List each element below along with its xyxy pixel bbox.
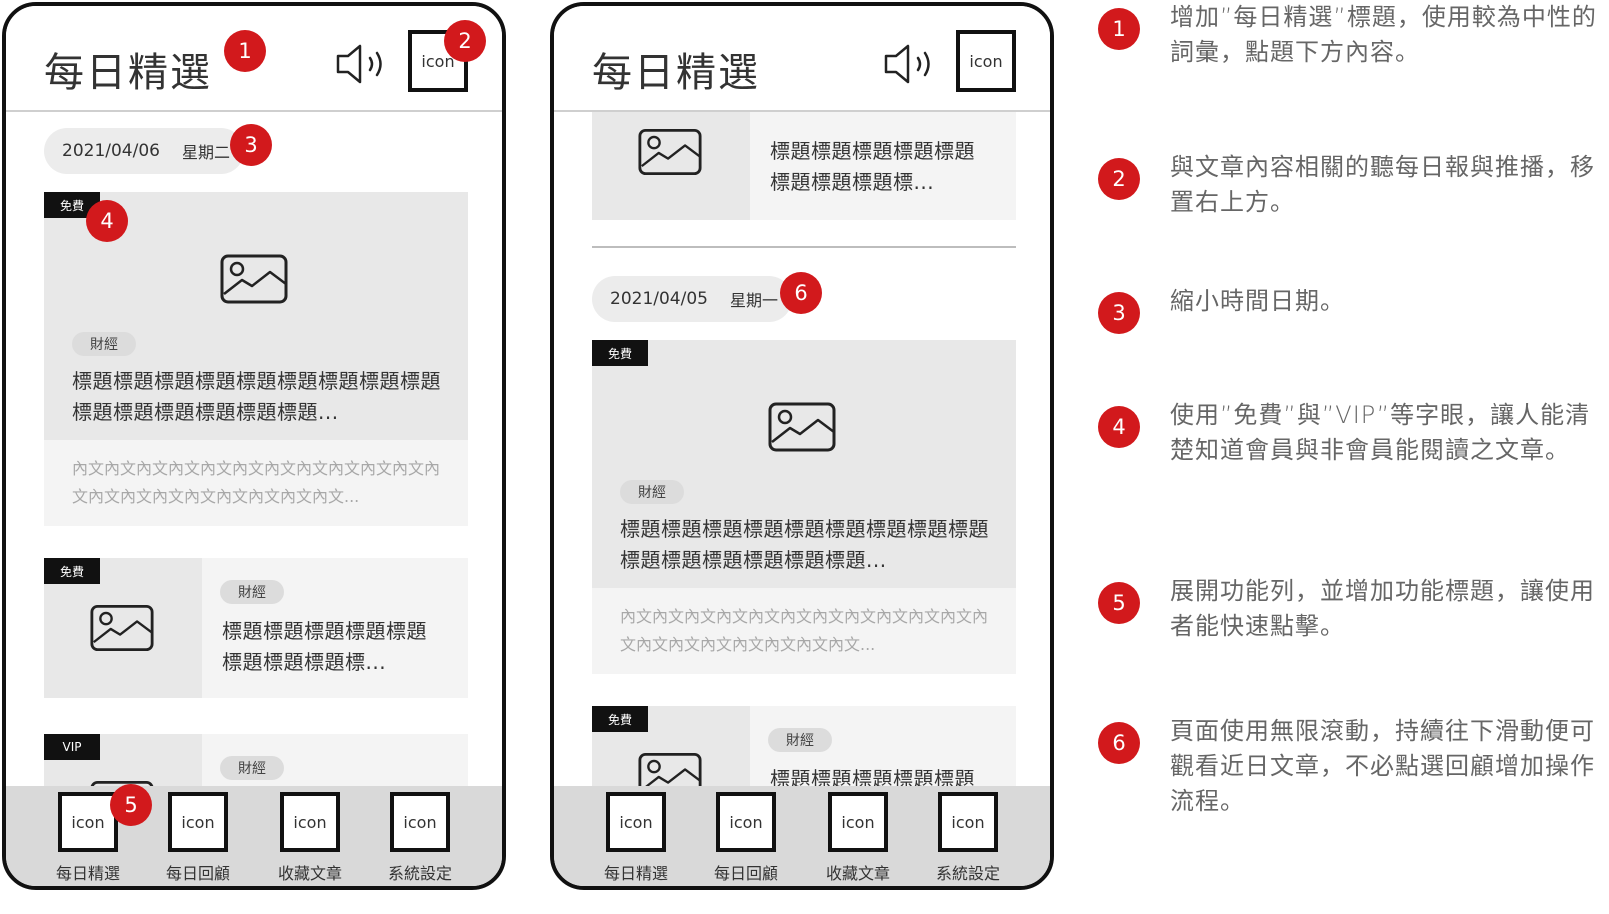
- note-number-marker: 2: [1098, 158, 1140, 200]
- article-card-small[interactable]: VIP 財經: [44, 734, 468, 794]
- tab-saved-articles[interactable]: icon 收藏文章: [260, 792, 360, 884]
- date-section-divider: [592, 246, 1016, 248]
- image-placeholder-icon: [220, 254, 288, 304]
- page-title: 每日精選: [592, 50, 760, 96]
- annotation-marker-3: 3: [230, 124, 272, 166]
- tab-icon-box[interactable]: icon: [168, 792, 228, 852]
- annotation-marker-1: 1: [224, 30, 266, 72]
- note-number-marker: 4: [1098, 406, 1140, 448]
- feed-scroll-area[interactable]: 財經 標題標題標題標題標題標題標題標題標... 2021/04/05 星期一 免…: [554, 112, 1050, 794]
- article-card-large[interactable]: 免費 財經 標題標題標題標題標題標題標題標題標題標題標題標題標題標題標題... …: [592, 340, 1016, 674]
- free-badge: 免費: [592, 706, 648, 732]
- article-title[interactable]: 標題標題標題標題標題標題標題標題標題標題標題標題標題標題標題...: [620, 514, 990, 576]
- tab-daily-review[interactable]: icon 每日回顧: [148, 792, 248, 884]
- tab-system-settings[interactable]: icon 系統設定: [370, 792, 470, 884]
- article-title[interactable]: 標題標題標題標題標題標題標題標題標題標題標題標題標題標題標題...: [72, 366, 442, 428]
- header-action-icon-button[interactable]: icon: [956, 30, 1016, 92]
- category-tag[interactable]: 財經: [768, 728, 832, 752]
- category-tag[interactable]: 財經: [620, 480, 684, 504]
- category-tag[interactable]: 財經: [220, 756, 284, 780]
- date-text: 2021/04/05: [610, 289, 708, 309]
- annotation-marker-5: 5: [110, 784, 152, 826]
- annotation-marker-4: 4: [86, 200, 128, 242]
- tab-label[interactable]: 系統設定: [918, 860, 1018, 884]
- free-badge: 免費: [592, 340, 648, 366]
- tab-icon-box[interactable]: icon: [280, 792, 340, 852]
- tab-icon-box[interactable]: icon: [828, 792, 888, 852]
- annotation-notes-panel: 1 增加”每日精選”標題，使用較為中性的詞彙，點題下方內容。 2 與文章內容相關…: [1094, 0, 1606, 914]
- category-tag[interactable]: 財經: [72, 332, 136, 356]
- note-text: 與文章內容相關的聽每日報與推播，移置右上方。: [1170, 153, 1595, 216]
- phone-mockup-before-scroll: 每日精選 icon 2021/04/06 星期二 免費 財經 標題標題標題標題標…: [2, 2, 506, 890]
- note-text: 使用”免費”與”VIP”等字眼，讓人能清楚知道會員與非會員能閱讀之文章。: [1170, 401, 1591, 464]
- note-number-marker: 3: [1098, 292, 1140, 334]
- tab-label[interactable]: 每日精選: [38, 860, 138, 884]
- article-card-small[interactable]: 免費 財經 標題標題標題標題標題標: [592, 706, 1016, 794]
- article-card-small[interactable]: 免費 財經 標題標題標題標題標題標題標題標題標...: [44, 558, 468, 698]
- bottom-tab-bar: icon 每日精選 icon 每日回顧 icon 收藏文章 icon 系統設定: [554, 786, 1050, 886]
- category-tag[interactable]: 財經: [220, 580, 284, 604]
- article-title[interactable]: 標題標題標題標題標題標題標題標題標...: [770, 136, 994, 198]
- tab-daily-picks[interactable]: icon 每日精選: [586, 792, 686, 884]
- tab-saved-articles[interactable]: icon 收藏文章: [808, 792, 908, 884]
- tab-icon-box[interactable]: icon: [716, 792, 776, 852]
- note-number-marker: 1: [1098, 8, 1140, 50]
- note-text: 縮小時間日期。: [1170, 287, 1345, 315]
- page-title: 每日精選: [44, 50, 212, 96]
- article-excerpt: 內文內文內文內文內文內文內文內文內文內文內文內文內文內文內文內文內文內文內文內文…: [72, 459, 441, 506]
- tab-label[interactable]: 每日回顧: [148, 860, 248, 884]
- tab-label[interactable]: 每日精選: [586, 860, 686, 884]
- article-title[interactable]: 標題標題標題標題標題標題標題標題標...: [222, 616, 446, 678]
- date-pill: 2021/04/06 星期二: [44, 128, 244, 174]
- weekday-text: 星期二: [181, 143, 230, 162]
- tab-icon-box[interactable]: icon: [938, 792, 998, 852]
- free-badge: 免費: [44, 558, 100, 584]
- weekday-text: 星期一: [729, 291, 778, 310]
- image-placeholder-icon: [768, 402, 836, 452]
- tab-icon-box[interactable]: icon: [390, 792, 450, 852]
- article-card-large[interactable]: 免費 財經 標題標題標題標題標題標題標題標題標題標題標題標題標題標題標題... …: [44, 192, 468, 526]
- article-card-small[interactable]: 財經 標題標題標題標題標題標題標題標題標...: [592, 112, 1016, 220]
- note-text: 頁面使用無限滾動，持續往下滑動便可觀看近日文章，不必點選回顧增加操作流程。: [1170, 717, 1595, 815]
- tab-label[interactable]: 收藏文章: [808, 860, 908, 884]
- image-placeholder-icon: [638, 128, 702, 176]
- image-placeholder-icon: [90, 604, 154, 652]
- tab-system-settings[interactable]: icon 系統設定: [918, 792, 1018, 884]
- tab-daily-review[interactable]: icon 每日回顧: [696, 792, 796, 884]
- bottom-tab-bar: icon 每日精選 icon 每日回顧 icon 收藏文章 icon 系統設定: [6, 786, 502, 886]
- note-number-marker: 6: [1098, 722, 1140, 764]
- annotation-marker-2: 2: [444, 20, 486, 62]
- note-text: 展開功能列，並增加功能標題，讓使用者能快速點擊。: [1170, 577, 1595, 640]
- tab-icon-box[interactable]: icon: [58, 792, 118, 852]
- date-pill: 2021/04/05 星期一: [592, 276, 792, 322]
- annotation-marker-6: 6: [780, 272, 822, 314]
- speaker-icon[interactable]: [334, 44, 390, 84]
- note-text: 增加”每日精選”標題，使用較為中性的詞彙，點題下方內容。: [1170, 3, 1597, 66]
- tab-icon-box[interactable]: icon: [606, 792, 666, 852]
- vip-badge: VIP: [44, 734, 100, 760]
- app-header: 每日精選 icon: [554, 6, 1050, 112]
- tab-label[interactable]: 系統設定: [370, 860, 470, 884]
- phone-mockup-after-scroll: 每日精選 icon 財經 標題標題標題標題標題標題標題標題標... 2021/0…: [550, 2, 1054, 890]
- feed-scroll-area[interactable]: 2021/04/06 星期二 免費 財經 標題標題標題標題標題標題標題標題標題標…: [6, 112, 502, 794]
- date-text: 2021/04/06: [62, 141, 160, 161]
- note-number-marker: 5: [1098, 582, 1140, 624]
- tab-label[interactable]: 每日回顧: [696, 860, 796, 884]
- tab-label[interactable]: 收藏文章: [260, 860, 360, 884]
- speaker-icon[interactable]: [882, 44, 938, 84]
- article-excerpt: 內文內文內文內文內文內文內文內文內文內文內文內文內文內文內文內文內文內文內文..…: [620, 607, 989, 654]
